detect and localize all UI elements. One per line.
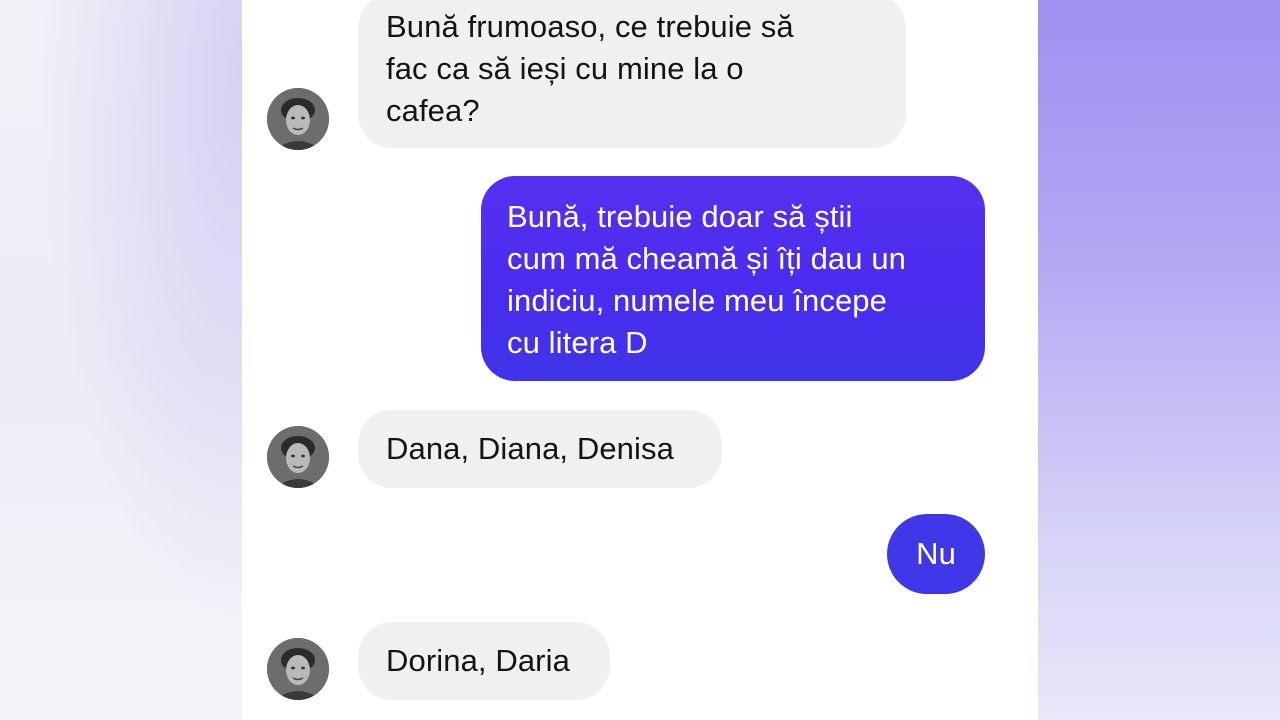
message-text-line: indiciu, numele meu începe <box>507 283 887 318</box>
message-bubble-incoming[interactable]: Bună frumoaso, ce trebuie să fac ca să i… <box>358 0 906 148</box>
message-text-line: fac ca să ieși cu mine la o <box>386 51 744 86</box>
message-text: Dorina, Daria <box>386 643 570 678</box>
message-text: Dana, Diana, Denisa <box>386 431 674 466</box>
message-bubble-incoming[interactable]: Dorina, Daria <box>358 622 610 700</box>
message-text-line: Bună, trebuie doar să știi <box>507 199 853 234</box>
person-photo-icon <box>267 88 329 150</box>
message-bubble-incoming[interactable]: Dana, Diana, Denisa <box>358 410 722 488</box>
person-photo-icon <box>267 426 329 488</box>
message-text-line: Bună frumoaso, ce trebuie să <box>386 9 794 44</box>
background-right-panel <box>1038 0 1280 720</box>
message-text-line: cu litera D <box>507 325 648 360</box>
message-bubble-outgoing[interactable]: Bună, trebuie doar să știi cum mă cheamă… <box>481 176 985 381</box>
message-text-line: cum mă cheamă și îți dau un <box>507 241 906 276</box>
message-text-line: cafea? <box>386 93 480 128</box>
message-text: Nu <box>916 536 956 571</box>
user-avatar-icon[interactable] <box>267 638 329 700</box>
user-avatar-icon[interactable] <box>267 426 329 488</box>
message-bubble-outgoing[interactable]: Nu <box>887 514 985 594</box>
chat-conversation[interactable]: Bună frumoaso, ce trebuie să fac ca să i… <box>242 0 1038 720</box>
user-avatar-icon[interactable] <box>267 88 329 150</box>
person-photo-icon <box>267 638 329 700</box>
background-left-panel <box>0 0 242 720</box>
